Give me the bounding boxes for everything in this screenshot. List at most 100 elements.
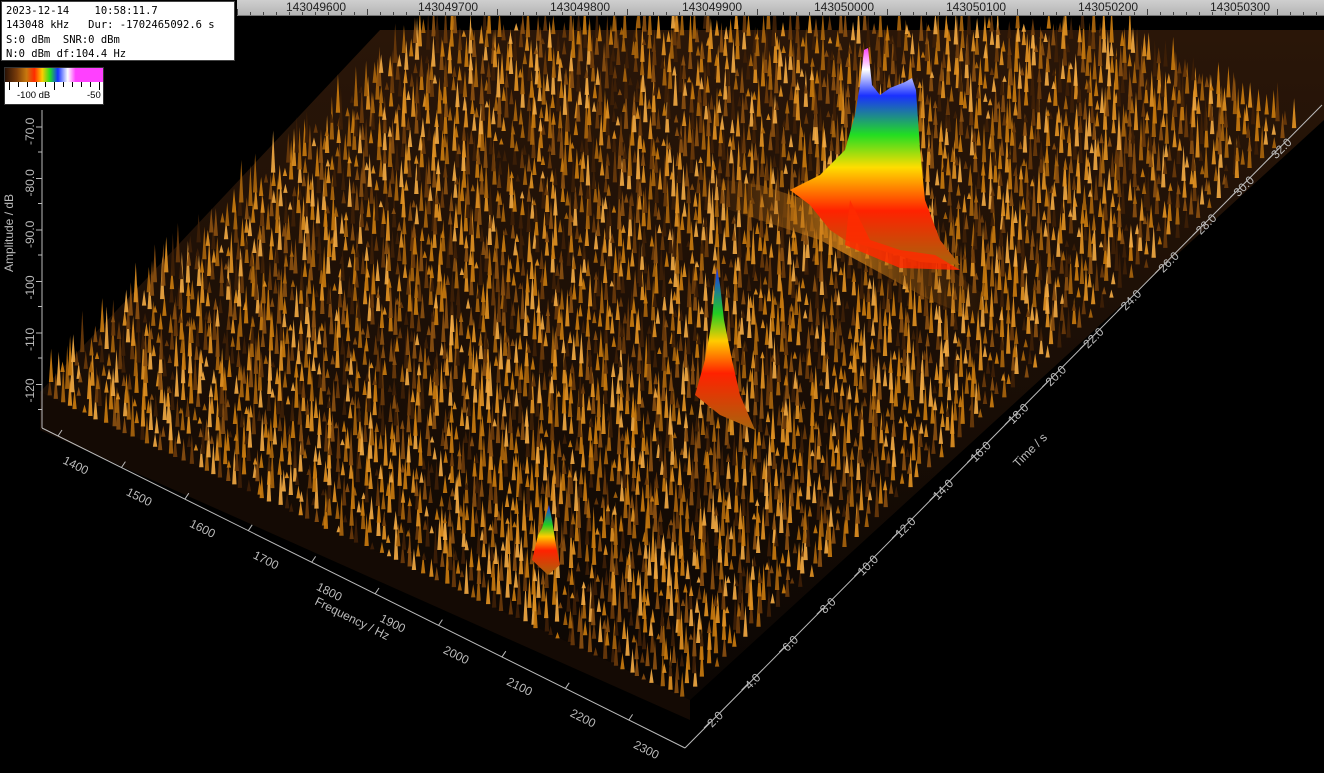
info-frequency-duration: 143048 kHz Dur: -1702465092.6 s bbox=[6, 19, 215, 32]
frequency-tick bbox=[311, 556, 317, 563]
color-scale-tick bbox=[63, 82, 64, 87]
ruler-tick bbox=[250, 12, 251, 15]
frequency-tick bbox=[374, 587, 380, 595]
frequency-tick-label: 2200 bbox=[568, 706, 598, 731]
amplitude-tick-label: -100 bbox=[23, 275, 37, 299]
ruler-tick bbox=[900, 12, 901, 15]
frequency-tick-label: 1700 bbox=[251, 548, 281, 573]
color-scale-max-label: -50 bbox=[87, 90, 101, 101]
frequency-tick bbox=[564, 682, 570, 690]
info-signal-snr: S:0 dBm SNR:0 dBm bbox=[6, 33, 120, 46]
ruler-tick bbox=[367, 9, 368, 15]
ruler-tick bbox=[1030, 12, 1031, 15]
time-tick-label: 4.0 bbox=[742, 670, 764, 692]
ruler-label: 143049600 bbox=[286, 0, 347, 14]
amplitude-tick-label: -80.0 bbox=[23, 169, 37, 197]
ruler-tick bbox=[276, 12, 277, 15]
frequency-ruler[interactable]: 143049600 143049700 143049800 143049900 1430… bbox=[237, 0, 1324, 16]
waterfall-3d-view[interactable]: -70.0 -80.0 -90.0 -100 -110 -120 1400 1500 1600… bbox=[0, 0, 1324, 773]
color-scale-gradient bbox=[5, 68, 103, 82]
ruler-tick bbox=[679, 12, 680, 15]
ruler-tick bbox=[926, 12, 927, 15]
ruler-tick bbox=[1316, 12, 1317, 15]
ruler-label: 143050000 bbox=[814, 0, 875, 14]
ruler-tick bbox=[744, 12, 745, 15]
frequency-tick-label: 2100 bbox=[504, 674, 534, 699]
ruler-tick bbox=[1303, 12, 1304, 15]
ruler-tick bbox=[1017, 9, 1018, 15]
ruler-label: 143049900 bbox=[682, 0, 743, 14]
time-tick-label: 2.0 bbox=[704, 708, 726, 730]
amplitude-tick-label: -110 bbox=[23, 328, 37, 351]
ruler-tick bbox=[1043, 12, 1044, 15]
ruler-tick bbox=[770, 12, 771, 15]
time-tick-label: 6.0 bbox=[779, 632, 801, 654]
ruler-tick bbox=[1290, 12, 1291, 15]
ruler-tick bbox=[653, 12, 654, 15]
ruler-tick bbox=[666, 12, 667, 15]
color-scale-tick bbox=[54, 82, 55, 90]
frequency-tick-label: 1600 bbox=[187, 516, 217, 541]
frequency-tick-label: 2000 bbox=[441, 643, 471, 668]
ruler-tick bbox=[1160, 12, 1161, 15]
ruler-tick bbox=[406, 12, 407, 15]
color-scale-tick bbox=[27, 82, 28, 87]
ruler-tick bbox=[263, 12, 264, 15]
frequency-tick bbox=[437, 619, 443, 626]
frequency-tick-label: 2300 bbox=[631, 738, 661, 763]
frequency-tick bbox=[628, 714, 634, 721]
ruler-tick bbox=[1069, 12, 1070, 15]
ruler-tick bbox=[536, 12, 537, 15]
ruler-tick bbox=[939, 12, 940, 15]
ruler-tick bbox=[757, 9, 758, 15]
ruler-tick bbox=[913, 12, 914, 15]
ruler-tick bbox=[1277, 9, 1278, 15]
frequency-tick bbox=[501, 650, 507, 658]
color-scale-tick bbox=[81, 82, 82, 87]
ruler-tick bbox=[1056, 12, 1057, 15]
ruler-tick bbox=[796, 12, 797, 15]
frequency-tick-label: 1500 bbox=[124, 485, 154, 510]
color-scale-tick bbox=[45, 82, 46, 87]
ruler-tick bbox=[874, 12, 875, 15]
info-panel: 2023-12-14 10:58:11.7 143048 kHz Dur: -1… bbox=[1, 1, 235, 61]
color-scale-tick bbox=[90, 82, 91, 87]
ruler-label: 143049700 bbox=[418, 0, 479, 14]
color-scale-tick bbox=[99, 82, 100, 90]
ruler-tick bbox=[614, 12, 615, 15]
ruler-tick bbox=[1147, 9, 1148, 15]
ruler-tick bbox=[1173, 12, 1174, 15]
color-scale-tick bbox=[36, 82, 37, 87]
frequency-tick-label: 1400 bbox=[61, 453, 91, 478]
ruler-tick bbox=[354, 12, 355, 15]
spectrum-floor bbox=[40, 30, 1324, 700]
color-scale-tick bbox=[72, 82, 73, 87]
color-scale-min-label: -100 dB bbox=[17, 90, 51, 101]
time-tick-label: 12.0 bbox=[892, 514, 919, 541]
ruler-tick bbox=[510, 12, 511, 15]
amplitude-tick-label: -70.0 bbox=[23, 117, 37, 145]
ruler-tick bbox=[523, 12, 524, 15]
time-tick-label: 14.0 bbox=[930, 476, 957, 503]
color-scale-legend: -100 dB -50 bbox=[4, 67, 104, 105]
ruler-tick bbox=[1199, 12, 1200, 15]
ruler-tick bbox=[237, 9, 238, 15]
ruler-tick bbox=[497, 9, 498, 15]
ruler-tick bbox=[380, 12, 381, 15]
ruler-tick bbox=[1186, 12, 1187, 15]
ruler-tick bbox=[484, 12, 485, 15]
info-datetime: 2023-12-14 10:58:11.7 bbox=[6, 5, 158, 17]
ruler-tick bbox=[640, 12, 641, 15]
ruler-label: 143049800 bbox=[550, 0, 611, 14]
frequency-tick bbox=[247, 524, 253, 532]
color-scale-ticks bbox=[5, 82, 103, 90]
time-tick-label: 10.0 bbox=[855, 552, 882, 579]
ruler-tick bbox=[783, 12, 784, 15]
ruler-tick bbox=[809, 12, 810, 15]
ruler-tick bbox=[393, 12, 394, 15]
color-scale-tick bbox=[18, 82, 19, 87]
time-tick-label: 8.0 bbox=[817, 594, 839, 616]
color-scale-tick bbox=[9, 82, 10, 90]
time-axis-title: Time / s bbox=[1010, 430, 1050, 470]
ruler-tick bbox=[627, 9, 628, 15]
